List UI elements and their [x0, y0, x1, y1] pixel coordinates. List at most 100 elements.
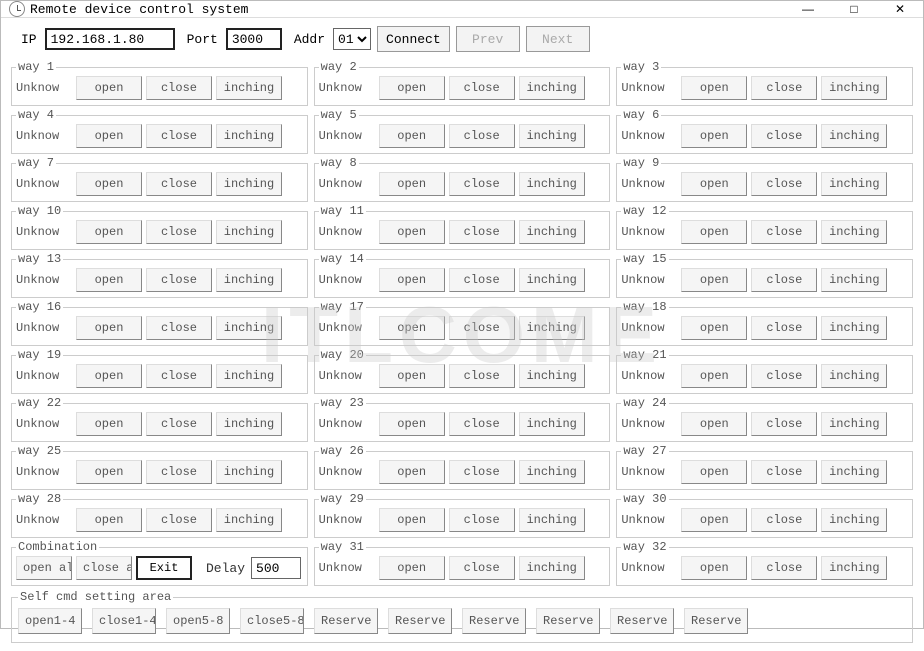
- way-31-inching-button[interactable]: inching: [519, 556, 585, 580]
- way-16-open-button[interactable]: open: [76, 316, 142, 340]
- way-12-inching-button[interactable]: inching: [821, 220, 887, 244]
- way-22-open-button[interactable]: open: [76, 412, 142, 436]
- way-13-close-button[interactable]: close: [146, 268, 212, 292]
- way-8-close-button[interactable]: close: [449, 172, 515, 196]
- exit-button[interactable]: Exit: [136, 556, 192, 580]
- way-26-inching-button[interactable]: inching: [519, 460, 585, 484]
- way-7-open-button[interactable]: open: [76, 172, 142, 196]
- self-cmd-button-9[interactable]: Reserve: [610, 608, 674, 634]
- way-24-open-button[interactable]: open: [681, 412, 747, 436]
- maximize-button[interactable]: □: [831, 1, 877, 17]
- way-2-inching-button[interactable]: inching: [519, 76, 585, 100]
- way-22-close-button[interactable]: close: [146, 412, 212, 436]
- way-19-open-button[interactable]: open: [76, 364, 142, 388]
- way-5-close-button[interactable]: close: [449, 124, 515, 148]
- way-13-open-button[interactable]: open: [76, 268, 142, 292]
- way-27-close-button[interactable]: close: [751, 460, 817, 484]
- way-11-close-button[interactable]: close: [449, 220, 515, 244]
- way-9-open-button[interactable]: open: [681, 172, 747, 196]
- way-32-inching-button[interactable]: inching: [821, 556, 887, 580]
- way-29-inching-button[interactable]: inching: [519, 508, 585, 532]
- way-3-inching-button[interactable]: inching: [821, 76, 887, 100]
- way-12-open-button[interactable]: open: [681, 220, 747, 244]
- way-28-open-button[interactable]: open: [76, 508, 142, 532]
- way-2-open-button[interactable]: open: [379, 76, 445, 100]
- way-23-open-button[interactable]: open: [379, 412, 445, 436]
- way-30-open-button[interactable]: open: [681, 508, 747, 532]
- way-6-close-button[interactable]: close: [751, 124, 817, 148]
- way-9-inching-button[interactable]: inching: [821, 172, 887, 196]
- way-18-close-button[interactable]: close: [751, 316, 817, 340]
- way-28-close-button[interactable]: close: [146, 508, 212, 532]
- way-30-inching-button[interactable]: inching: [821, 508, 887, 532]
- way-5-open-button[interactable]: open: [379, 124, 445, 148]
- way-2-close-button[interactable]: close: [449, 76, 515, 100]
- way-21-inching-button[interactable]: inching: [821, 364, 887, 388]
- way-29-open-button[interactable]: open: [379, 508, 445, 532]
- close-button[interactable]: ✕: [877, 1, 923, 17]
- way-20-open-button[interactable]: open: [379, 364, 445, 388]
- way-23-close-button[interactable]: close: [449, 412, 515, 436]
- way-30-close-button[interactable]: close: [751, 508, 817, 532]
- way-1-inching-button[interactable]: inching: [216, 76, 282, 100]
- way-21-open-button[interactable]: open: [681, 364, 747, 388]
- delay-input[interactable]: [251, 557, 301, 579]
- way-13-inching-button[interactable]: inching: [216, 268, 282, 292]
- way-10-inching-button[interactable]: inching: [216, 220, 282, 244]
- self-cmd-button-1[interactable]: open1-4: [18, 608, 82, 634]
- way-18-open-button[interactable]: open: [681, 316, 747, 340]
- self-cmd-button-5[interactable]: Reserve: [314, 608, 378, 634]
- way-11-open-button[interactable]: open: [379, 220, 445, 244]
- way-19-close-button[interactable]: close: [146, 364, 212, 388]
- way-25-inching-button[interactable]: inching: [216, 460, 282, 484]
- self-cmd-button-7[interactable]: Reserve: [462, 608, 526, 634]
- way-9-close-button[interactable]: close: [751, 172, 817, 196]
- self-cmd-button-2[interactable]: close1-4: [92, 608, 156, 634]
- way-10-open-button[interactable]: open: [76, 220, 142, 244]
- way-17-open-button[interactable]: open: [379, 316, 445, 340]
- way-6-inching-button[interactable]: inching: [821, 124, 887, 148]
- way-14-inching-button[interactable]: inching: [519, 268, 585, 292]
- self-cmd-button-6[interactable]: Reserve: [388, 608, 452, 634]
- way-15-inching-button[interactable]: inching: [821, 268, 887, 292]
- way-4-inching-button[interactable]: inching: [216, 124, 282, 148]
- open-all-button[interactable]: open all: [16, 556, 72, 580]
- way-25-close-button[interactable]: close: [146, 460, 212, 484]
- close-all-button[interactable]: close all: [76, 556, 132, 580]
- way-32-open-button[interactable]: open: [681, 556, 747, 580]
- prev-button[interactable]: Prev: [456, 26, 520, 52]
- way-10-close-button[interactable]: close: [146, 220, 212, 244]
- way-31-open-button[interactable]: open: [379, 556, 445, 580]
- way-19-inching-button[interactable]: inching: [216, 364, 282, 388]
- ip-input[interactable]: [45, 28, 175, 50]
- way-16-close-button[interactable]: close: [146, 316, 212, 340]
- way-18-inching-button[interactable]: inching: [821, 316, 887, 340]
- way-8-open-button[interactable]: open: [379, 172, 445, 196]
- way-27-open-button[interactable]: open: [681, 460, 747, 484]
- way-25-open-button[interactable]: open: [76, 460, 142, 484]
- self-cmd-button-3[interactable]: open5-8: [166, 608, 230, 634]
- way-4-open-button[interactable]: open: [76, 124, 142, 148]
- way-4-close-button[interactable]: close: [146, 124, 212, 148]
- way-23-inching-button[interactable]: inching: [519, 412, 585, 436]
- way-15-close-button[interactable]: close: [751, 268, 817, 292]
- way-32-close-button[interactable]: close: [751, 556, 817, 580]
- way-3-close-button[interactable]: close: [751, 76, 817, 100]
- way-11-inching-button[interactable]: inching: [519, 220, 585, 244]
- connect-button[interactable]: Connect: [377, 26, 450, 52]
- self-cmd-button-8[interactable]: Reserve: [536, 608, 600, 634]
- way-7-close-button[interactable]: close: [146, 172, 212, 196]
- port-input[interactable]: [226, 28, 282, 50]
- self-cmd-button-4[interactable]: close5-8: [240, 608, 304, 634]
- way-27-inching-button[interactable]: inching: [821, 460, 887, 484]
- way-16-inching-button[interactable]: inching: [216, 316, 282, 340]
- way-28-inching-button[interactable]: inching: [216, 508, 282, 532]
- way-26-close-button[interactable]: close: [449, 460, 515, 484]
- way-24-inching-button[interactable]: inching: [821, 412, 887, 436]
- next-button[interactable]: Next: [526, 26, 590, 52]
- way-21-close-button[interactable]: close: [751, 364, 817, 388]
- self-cmd-button-10[interactable]: Reserve: [684, 608, 748, 634]
- way-17-close-button[interactable]: close: [449, 316, 515, 340]
- way-31-close-button[interactable]: close: [449, 556, 515, 580]
- way-1-open-button[interactable]: open: [76, 76, 142, 100]
